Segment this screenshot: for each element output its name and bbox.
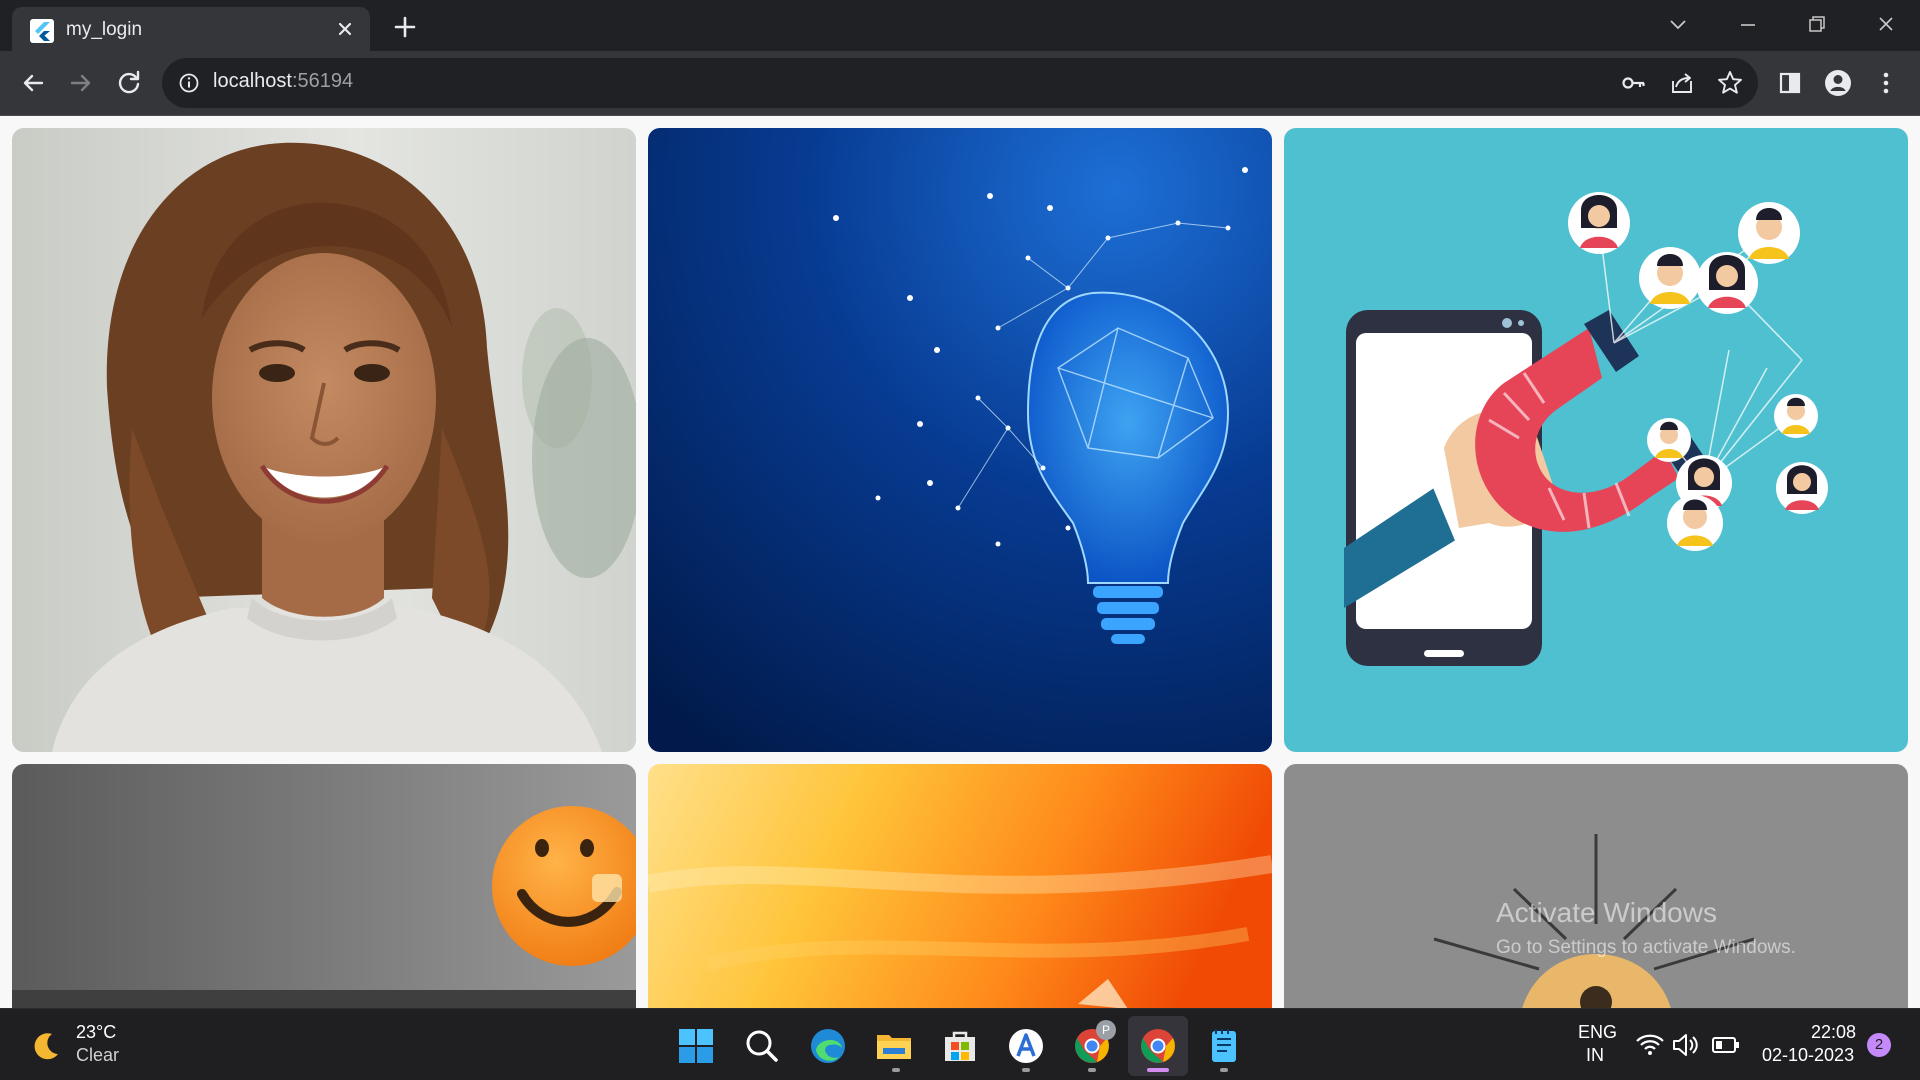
launcher-running-indicator [1022,1068,1030,1072]
back-arrow-icon[interactable] [16,66,50,100]
minimize-button[interactable] [1730,10,1766,40]
address-bar[interactable] [162,58,1758,108]
image-grid: Activate Windows Go to Settings to activ… [0,116,1920,1008]
grid-image-orange-sky[interactable] [648,764,1272,1008]
forward-arrow-icon[interactable] [64,66,98,100]
app-launcher-icon[interactable] [1006,1026,1046,1066]
grid-image-woman-portrait[interactable] [12,128,636,752]
language-code[interactable]: ENG [1578,1022,1617,1043]
weather-moon-icon[interactable] [26,1026,66,1066]
grid-image-phone-magnet[interactable] [1284,128,1908,752]
url-host: localhost [213,70,292,92]
flutter-favicon-icon [30,19,54,43]
weather-condition[interactable]: Clear [76,1045,119,1066]
wifi-icon[interactable] [1632,1027,1668,1063]
woman-portrait-image [12,128,636,752]
side-panel-icon[interactable] [1773,66,1807,100]
battery-icon[interactable] [1708,1027,1744,1063]
notepad-running-indicator [1220,1068,1228,1072]
tab-title: my_login [66,19,143,40]
profile-avatar-icon[interactable] [1821,66,1855,100]
notepad-icon[interactable] [1204,1026,1244,1066]
microsoft-store-icon[interactable] [940,1026,980,1066]
file-explorer-icon[interactable] [874,1026,914,1066]
tab-search-chevron-down-icon[interactable] [1660,10,1696,40]
grid-image-lightbulb-network[interactable] [648,128,1272,752]
weather-temperature[interactable]: 23°C [76,1022,116,1043]
orange-sky-image [648,764,1272,1008]
clock-date[interactable]: 02-10-2023 [1762,1045,1854,1066]
notification-badge[interactable]: 2 [1867,1033,1891,1057]
volume-icon[interactable] [1668,1027,1704,1063]
share-icon[interactable] [1665,66,1699,100]
clock-time[interactable]: 22:08 [1811,1022,1856,1043]
new-tab-button[interactable] [390,12,420,42]
tab-close-icon[interactable] [332,16,358,42]
grid-image-smiley-balloon[interactable] [12,764,636,1008]
phone-magnet-image [1284,128,1908,752]
activate-windows-title: Activate Windows [1496,897,1717,928]
browser-tab[interactable]: my_login [12,7,370,51]
password-key-icon[interactable] [1617,66,1651,100]
explorer-running-indicator [892,1068,900,1072]
reload-icon[interactable] [112,66,146,100]
url-port: :56194 [291,70,354,92]
search-icon[interactable] [742,1026,782,1066]
chrome-active-indicator [1147,1068,1169,1072]
lightbulb-network-image [648,128,1272,752]
restore-button[interactable] [1798,10,1834,40]
site-info-icon[interactable] [176,66,210,100]
chrome-profile-running-indicator [1088,1068,1096,1072]
start-windows-icon[interactable] [676,1026,716,1066]
url-text[interactable]: localhost:56194 [213,70,353,93]
close-window-button[interactable] [1868,10,1904,40]
pencil-shavings-image [1284,764,1908,1008]
edge-browser-icon[interactable] [808,1026,848,1066]
chrome-profile-badge: P [1096,1020,1116,1040]
grid-image-pencil-shavings[interactable] [1284,764,1908,1008]
activate-windows-subtitle: Go to Settings to activate Windows. [1496,937,1796,958]
bookmark-star-icon[interactable] [1713,66,1747,100]
chrome-browser-icon[interactable] [1138,1026,1178,1066]
more-menu-icon[interactable] [1869,66,1903,100]
smiley-balloon-image [12,764,636,1008]
language-region[interactable]: IN [1586,1045,1604,1066]
